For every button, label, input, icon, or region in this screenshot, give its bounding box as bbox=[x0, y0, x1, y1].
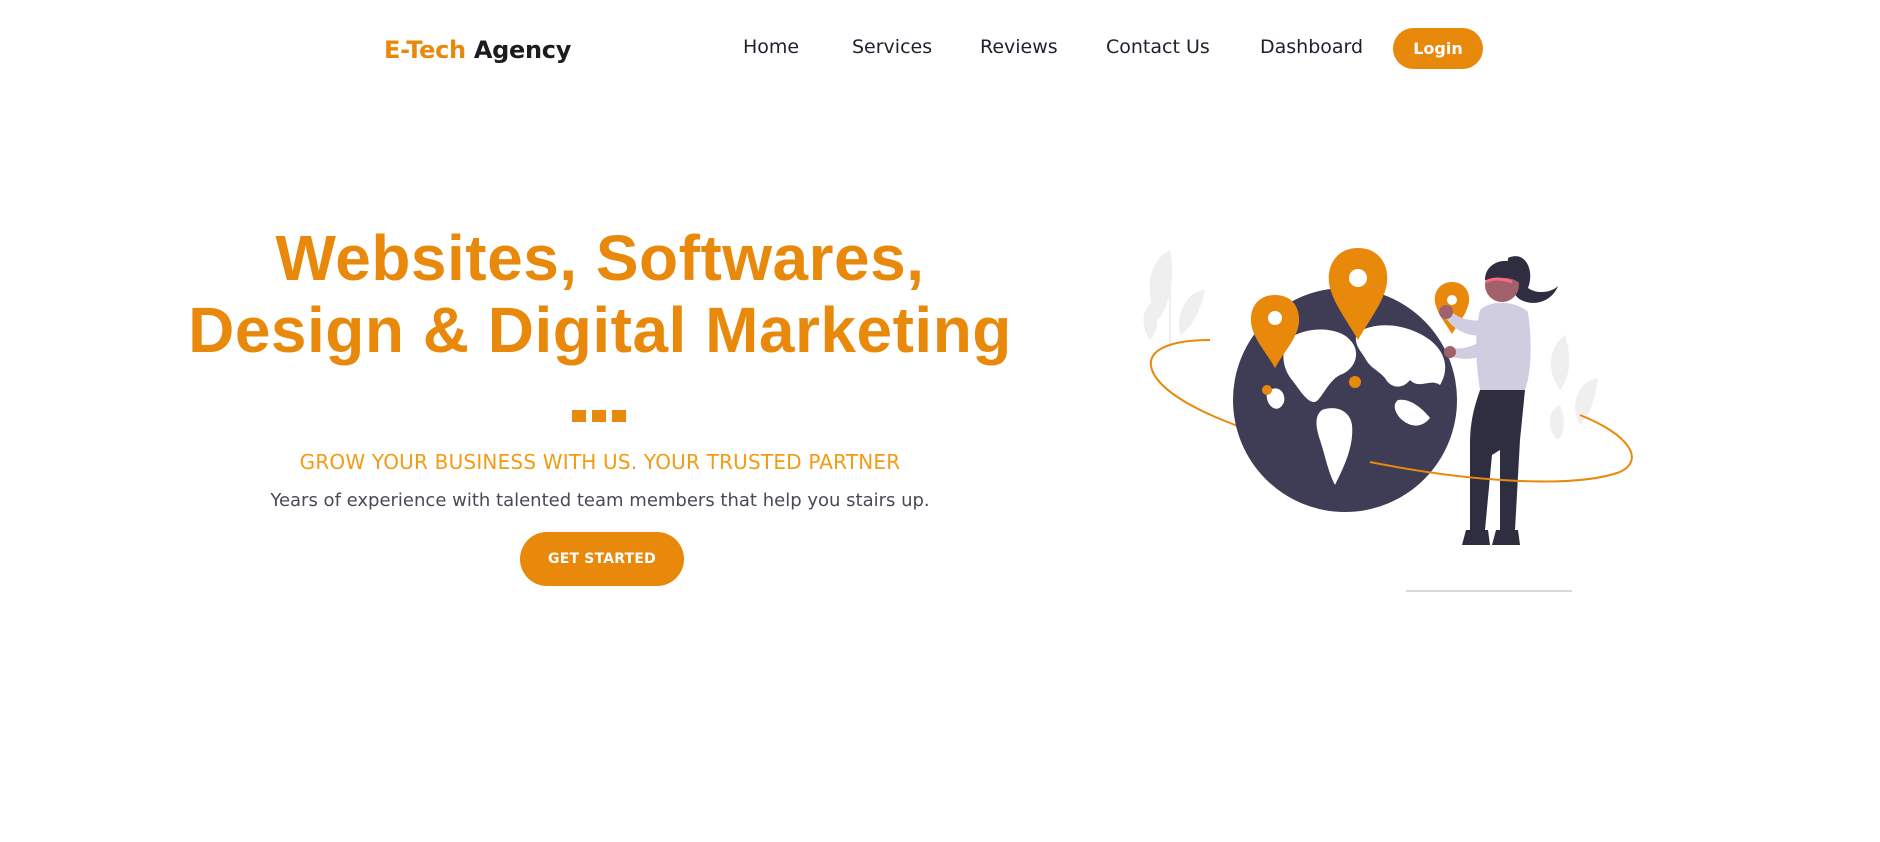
navbar: E-Tech Agency Home Services Reviews Cont… bbox=[0, 0, 1880, 100]
leaf-decoration-right-icon bbox=[1549, 335, 1598, 440]
woman-with-globe-illustration bbox=[1143, 248, 1633, 592]
main-nav: Home Services Reviews Contact Us Dashboa… bbox=[0, 36, 1880, 62]
hero-title-line-2: Design & Digital Marketing bbox=[188, 294, 1012, 366]
leaf-decoration-left-icon bbox=[1143, 250, 1205, 350]
hero-title-line-1: Websites, Softwares, bbox=[275, 222, 925, 294]
get-started-button[interactable]: GET STARTED bbox=[520, 532, 684, 586]
nav-link-dashboard[interactable]: Dashboard bbox=[1260, 36, 1363, 58]
dot bbox=[612, 410, 626, 422]
dot bbox=[592, 410, 606, 422]
landing-page: E-Tech Agency Home Services Reviews Cont… bbox=[0, 0, 1880, 842]
dot bbox=[572, 410, 586, 422]
nav-link-services[interactable]: Services bbox=[852, 36, 932, 58]
nav-link-reviews[interactable]: Reviews bbox=[980, 36, 1058, 58]
login-button[interactable]: Login bbox=[1393, 28, 1483, 69]
hero-subtitle: GROW YOUR BUSINESS WITH US. YOUR TRUSTED… bbox=[299, 450, 901, 474]
nav-link-contact-us[interactable]: Contact Us bbox=[1106, 36, 1210, 58]
hero-description: Years of experience with talented team m… bbox=[270, 490, 930, 511]
nav-link-home[interactable]: Home bbox=[743, 36, 799, 58]
ellipsis-dots bbox=[572, 410, 626, 422]
hero-title: Websites, Softwares, Design & Digital Ma… bbox=[120, 222, 1080, 366]
